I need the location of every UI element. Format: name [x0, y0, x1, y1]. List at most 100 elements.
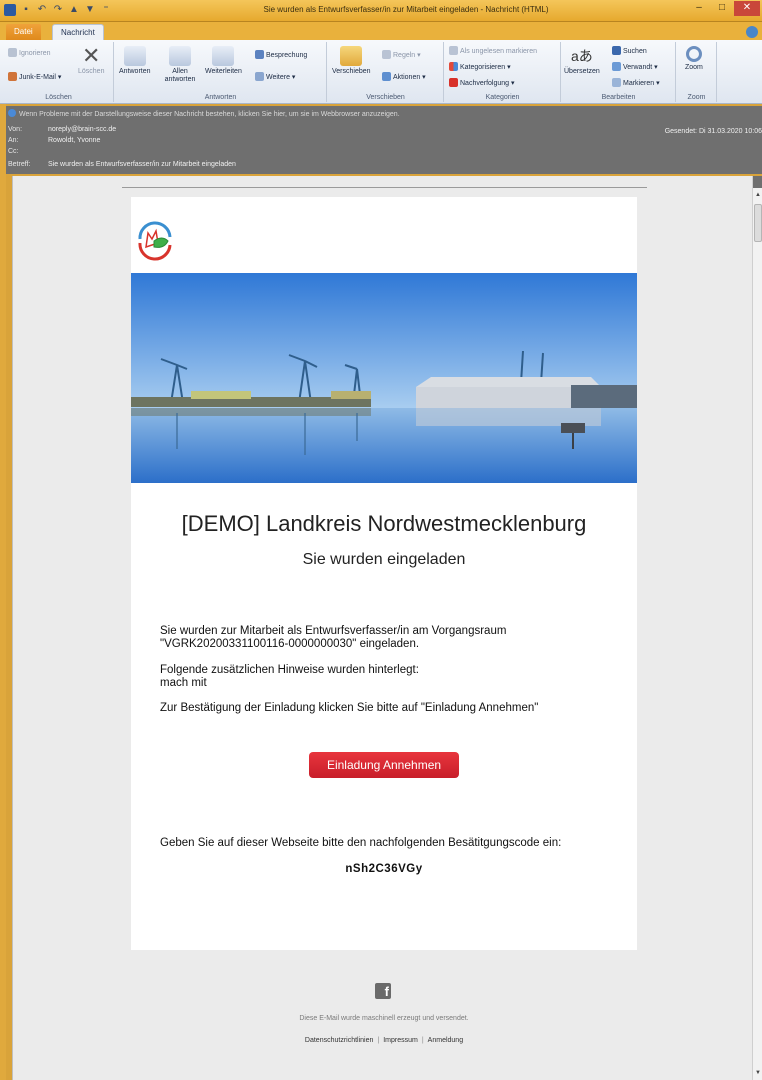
related-icon	[612, 62, 621, 71]
verschieben-button[interactable]: Verschieben	[332, 46, 371, 76]
maximize-button[interactable]: □	[711, 1, 733, 16]
zoom-button[interactable]: Zoom	[685, 46, 703, 72]
landkreis-logo	[138, 221, 172, 261]
message-header: Wenn Probleme mit der Darstellungsweise …	[6, 106, 762, 174]
group-label-kategorien: Kategorien	[485, 94, 520, 101]
quick-access-toolbar: ▪ ↶ ↷ ▲ ▼ ⁼	[4, 4, 112, 16]
undo-icon[interactable]: ↶	[36, 4, 48, 16]
besprechung-button[interactable]: Besprechung	[255, 50, 307, 59]
facebook-icon[interactable]: f	[375, 983, 391, 999]
invitation-paragraph: Sie wurden zur Mitarbeit als Entwurfsver…	[160, 625, 507, 650]
group-label-zoom: Zoom	[687, 94, 706, 101]
display-warning[interactable]: Wenn Probleme mit der Darstellungsweise …	[8, 109, 400, 118]
redo-icon[interactable]: ↷	[52, 4, 64, 16]
als-ungelesen-button[interactable]: Als ungelesen markieren	[449, 46, 537, 55]
to-recipient[interactable]: Rowoldt, Yvonne	[48, 137, 100, 144]
categorize-icon	[449, 62, 458, 71]
window-title: Sie wurden als Entwurfsverfasser/in zur …	[263, 5, 549, 14]
nachverfolgung-button[interactable]: Nachverfolgung ▾	[449, 78, 515, 87]
footer-links: Datenschutzrichtlinien | Impressum | Anmeldu…	[131, 1037, 637, 1044]
verwandt-button[interactable]: Verwandt ▾	[612, 62, 658, 71]
group-kategorien: Als ungelesen markieren Kategorisieren ▾…	[445, 42, 561, 102]
binoculars-icon	[612, 46, 621, 55]
help-icon[interactable]	[746, 26, 758, 38]
delete-x-icon: ✕	[82, 43, 101, 68]
group-antworten: Antworten Allen antworten Weiterleiten B…	[115, 42, 327, 102]
reply-all-icon	[169, 46, 191, 66]
magnifier-icon	[685, 46, 702, 62]
ribbon: Ignorieren Junk-E-Mail ▾ ✕ Löschen Lösch…	[0, 40, 762, 104]
confirm-instruction: Zur Bestätigung der Einladung klicken Si…	[160, 702, 539, 714]
junk-icon	[8, 72, 17, 81]
reply-icon	[123, 46, 146, 66]
allen-antworten-button[interactable]: Allen antworten	[163, 46, 197, 84]
confirmation-code: nSh2C36VGy	[345, 863, 423, 875]
weitere-button[interactable]: Weitere ▾	[255, 72, 295, 81]
ribbon-tabs: Datei Nachricht	[0, 22, 762, 40]
save-icon[interactable]: ▪	[20, 4, 32, 16]
notes-heading: Folgende zusätzlichen Hinweise wurden hi…	[160, 664, 419, 676]
scroll-thumb[interactable]	[754, 204, 762, 242]
outlook-icon[interactable]	[4, 4, 16, 16]
notes-text: mach mit	[160, 677, 207, 689]
accept-invitation-button[interactable]: Einladung Annehmen	[309, 752, 459, 778]
antworten-button[interactable]: Antworten	[119, 46, 151, 76]
forward-icon	[212, 46, 235, 66]
group-label-bearbeiten: Bearbeiten	[601, 94, 636, 101]
link-impressum[interactable]: Impressum	[383, 1037, 418, 1044]
ignore-icon	[8, 48, 17, 57]
junk-email-button[interactable]: Junk-E-Mail ▾	[8, 72, 61, 81]
uebersetzen-button[interactable]: aあ Übersetzen	[564, 46, 600, 76]
customize-qat-icon[interactable]: ⁼	[100, 4, 112, 16]
group-label-antworten: Antworten	[204, 94, 237, 101]
aktionen-button[interactable]: Aktionen ▾	[382, 72, 426, 81]
loeschen-button[interactable]: ✕ Löschen	[78, 43, 104, 76]
minimize-button[interactable]: –	[688, 1, 710, 16]
suchen-button[interactable]: Suchen	[612, 46, 647, 55]
rules-icon	[382, 50, 391, 59]
link-anmeldung[interactable]: Anmeldung	[428, 1037, 463, 1044]
ignorieren-button[interactable]: Ignorieren	[8, 48, 51, 57]
markieren-button[interactable]: Markieren ▾	[612, 78, 660, 87]
scrollbar-top-cap	[753, 176, 762, 188]
top-divider	[122, 187, 647, 188]
kategorisieren-button[interactable]: Kategorisieren ▾	[449, 62, 511, 71]
footer-note: Diese E-Mail wurde maschinell erzeugt un…	[299, 1015, 469, 1022]
down-arrow-icon[interactable]: ▼	[84, 4, 96, 16]
up-arrow-icon[interactable]: ▲	[68, 4, 80, 16]
cc-row: Cc:	[8, 148, 19, 155]
tab-datei[interactable]: Datei	[6, 24, 41, 40]
code-instruction: Geben Sie auf dieser Webseite bitte den …	[160, 837, 562, 849]
to-row: An: Rowoldt, Yvonne	[8, 137, 101, 144]
group-zoom: Zoom Zoom	[677, 42, 717, 102]
move-folder-icon	[340, 46, 363, 66]
harbor-photo	[131, 273, 637, 483]
sent-date: Gesendet: Di 31.03.2020 10:06	[664, 128, 762, 135]
link-datenschutz[interactable]: Datenschutzrichtlinien	[305, 1037, 373, 1044]
group-loeschen: Ignorieren Junk-E-Mail ▾ ✕ Löschen Lösch…	[4, 42, 114, 102]
more-icon	[255, 72, 264, 81]
info-icon	[8, 109, 16, 117]
organization-title: [DEMO] Landkreis Nordwestmecklenburg	[181, 511, 587, 536]
group-label-verschieben: Verschieben	[366, 94, 405, 101]
footer-separator: |	[421, 1037, 424, 1044]
scroll-up-arrow-icon[interactable]: ▲	[753, 190, 762, 200]
subject-row: Betreff: Sie wurden als Entwurfsverfasser…	[8, 161, 236, 168]
subject-text: Sie wurden als Entwurfsverfasser/in zur …	[48, 161, 236, 168]
close-button[interactable]: ✕	[734, 1, 760, 16]
group-bearbeiten: aあ Übersetzen Suchen Verwandt ▾ Markiere…	[562, 42, 676, 102]
from-address[interactable]: noreply@brain-scc.de	[48, 126, 116, 133]
tab-nachricht[interactable]: Nachricht	[52, 24, 104, 40]
regeln-button[interactable]: Regeln ▾	[382, 50, 421, 59]
footer-separator: |	[377, 1037, 380, 1044]
actions-icon	[382, 72, 391, 81]
group-verschieben: Verschieben Regeln ▾ Aktionen ▾ Verschie…	[328, 42, 444, 102]
unread-icon	[449, 46, 458, 55]
vertical-scrollbar[interactable]: ▲ ▼	[752, 176, 762, 1080]
select-icon	[612, 78, 621, 87]
email-card: [DEMO] Landkreis Nordwestmecklenburg Sie…	[131, 197, 637, 950]
invitation-subtitle: Sie wurden eingeladen	[302, 551, 466, 568]
weiterleiten-button[interactable]: Weiterleiten	[205, 46, 242, 76]
meeting-icon	[255, 50, 264, 59]
scroll-down-arrow-icon[interactable]: ▼	[753, 1068, 762, 1078]
